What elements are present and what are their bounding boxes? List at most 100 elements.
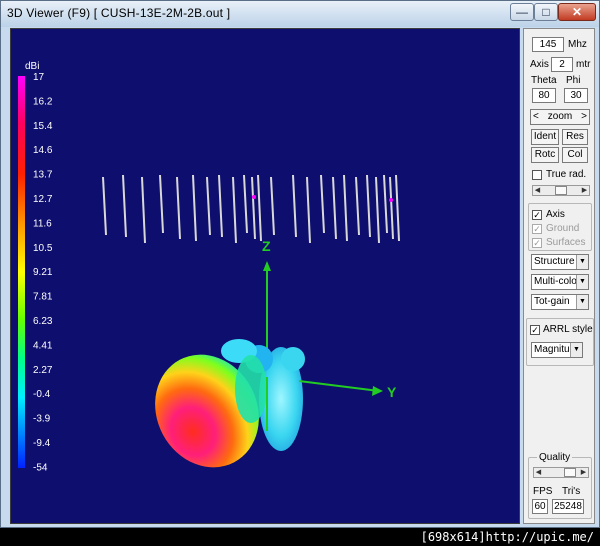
arrl-style-checkbox[interactable]: ✓ (530, 325, 540, 335)
antenna-element (375, 176, 380, 244)
ground-label: Ground (546, 223, 580, 234)
antenna-element (306, 176, 311, 244)
slider-left-arrow[interactable]: ◀ (533, 186, 542, 195)
antenna-structure (102, 174, 400, 244)
antenna-element (243, 174, 248, 234)
legend-tick-label: 11.6 (33, 218, 52, 229)
theta-input[interactable]: 80 (532, 88, 556, 103)
legend-tick-label: 12.7 (33, 194, 53, 205)
arrl-style-label: ARRL style (543, 324, 593, 335)
antenna-element (206, 176, 211, 236)
antenna-element (366, 174, 371, 238)
quality-left-arrow[interactable]: ◀ (534, 468, 543, 477)
true-rad-label: True rad. (546, 169, 587, 180)
antenna-element (176, 176, 181, 240)
antenna-element (257, 174, 262, 242)
color-mode-dropdown-value: Multi-colo (534, 276, 577, 287)
true-rad-checkbox[interactable] (532, 170, 542, 180)
antenna-element (159, 174, 164, 234)
antenna-element (343, 174, 348, 242)
structure-dropdown-value: Structure (534, 256, 575, 267)
antenna-element (395, 174, 400, 242)
antenna-element (292, 174, 297, 238)
pattern-neck (235, 355, 267, 423)
ground-checkbox[interactable]: ✓ (532, 224, 542, 234)
phi-label: Phi (566, 75, 581, 86)
antenna-element (251, 176, 256, 240)
antenna-element (218, 174, 223, 238)
axis-size-input[interactable]: 2 (551, 57, 573, 72)
chevron-down-icon: ▼ (576, 255, 588, 269)
legend-tick-label: 2.27 (33, 365, 53, 376)
pattern-side-lobe-upper (281, 347, 305, 371)
quality-right-arrow[interactable]: ▶ (579, 468, 588, 477)
legend-tick-label: 13.7 (33, 170, 53, 181)
antenna-element (141, 176, 146, 244)
chevron-down-icon: ▼ (576, 295, 588, 309)
close-button[interactable]: ✕ (558, 3, 596, 21)
surfaces-label: Surfaces (546, 237, 586, 248)
quality-slider-thumb[interactable] (564, 468, 576, 477)
surfaces-checkbox[interactable]: ✓ (532, 238, 542, 248)
zoom-label: zoom (547, 111, 573, 122)
status-text: [698x614]http://upic.me/ (420, 530, 594, 544)
antenna-element (102, 176, 107, 236)
axis-size-unit: mtr (576, 59, 591, 70)
legend-color-bar (18, 76, 25, 468)
viewport-canvas: dBi 17 16.2 15.4 14.6 13.7 12.7 11.6 10.5 9.21 7.… (18, 61, 400, 473)
antenna-element (332, 176, 337, 240)
phi-input[interactable]: 30 (564, 88, 588, 103)
chevron-down-icon: ▼ (570, 343, 582, 357)
legend-tick-label: 4.41 (33, 340, 53, 351)
tris-value: 25248 (552, 499, 584, 514)
antenna-element (355, 176, 360, 236)
z-axis-label: Z (262, 238, 271, 254)
zoom-in-button[interactable]: > (581, 110, 587, 124)
structure-dropdown[interactable]: Structure ▼ (531, 254, 589, 270)
slider-right-arrow[interactable]: ▶ (580, 186, 589, 195)
color-mode-dropdown[interactable]: Multi-colo ▼ (531, 274, 589, 290)
legend-tick-label: 16.2 (33, 96, 53, 107)
antenna-element (383, 174, 388, 234)
legend-tick-label: 10.5 (33, 243, 53, 254)
quality-label: Quality (537, 452, 573, 463)
maximize-button[interactable]: □ (534, 3, 558, 21)
antenna-element (122, 174, 127, 238)
rotc-button[interactable]: Rotc (531, 147, 559, 163)
minimize-button[interactable]: — (510, 3, 534, 21)
frequency-input[interactable]: 145 (532, 37, 564, 52)
axis-checkbox-label: Axis (546, 209, 565, 220)
quality-slider[interactable]: ◀ ▶ (533, 467, 589, 478)
legend-unit: dBi (25, 61, 39, 72)
z-axis-arrow (263, 261, 271, 271)
title-bar[interactable]: 3D Viewer (F9) [ CUSH-13E-2M-2B.out ] — … (1, 1, 599, 27)
res-button[interactable]: Res (562, 129, 588, 145)
legend-tick-label: 17 (33, 72, 45, 83)
magnitude-dropdown[interactable]: Magnitu ▼ (531, 342, 583, 358)
y-axis-label: Y (387, 384, 397, 400)
true-rad-slider[interactable]: ◀ ▶ (532, 185, 590, 196)
feed-point-marker (252, 195, 256, 199)
3d-viewport[interactable]: dBi 17 16.2 15.4 14.6 13.7 12.7 11.6 10.5 9.21 7.… (10, 28, 520, 524)
chevron-down-icon: ▼ (576, 275, 588, 289)
legend-tick-label: 9.21 (33, 267, 53, 278)
frequency-unit: Mhz (568, 39, 587, 50)
ident-button[interactable]: Ident (531, 129, 559, 145)
legend-tick-label: -0.4 (33, 389, 51, 400)
gain-dropdown[interactable]: Tot-gain ▼ (531, 294, 589, 310)
viewer-window: 3D Viewer (F9) [ CUSH-13E-2M-2B.out ] — … (0, 0, 600, 528)
legend-tick-label: -54 (33, 462, 48, 473)
col-button[interactable]: Col (562, 147, 588, 163)
axis-size-label: Axis (530, 59, 549, 70)
antenna-element (320, 174, 325, 234)
axis-checkbox[interactable]: ✓ (532, 210, 542, 220)
status-bar: [698x614]http://upic.me/ (0, 528, 600, 546)
legend-tick-label: -9.4 (33, 438, 51, 449)
window-title: 3D Viewer (F9) [ CUSH-13E-2M-2B.out ] (7, 6, 231, 20)
magnitude-dropdown-value: Magnitu (534, 344, 570, 355)
legend-tick-label: 6.23 (33, 316, 53, 327)
slider-thumb[interactable] (555, 186, 567, 195)
tris-label: Tri's (562, 486, 581, 497)
zoom-out-button[interactable]: < (533, 110, 539, 124)
legend-tick-label: -3.9 (33, 414, 51, 425)
